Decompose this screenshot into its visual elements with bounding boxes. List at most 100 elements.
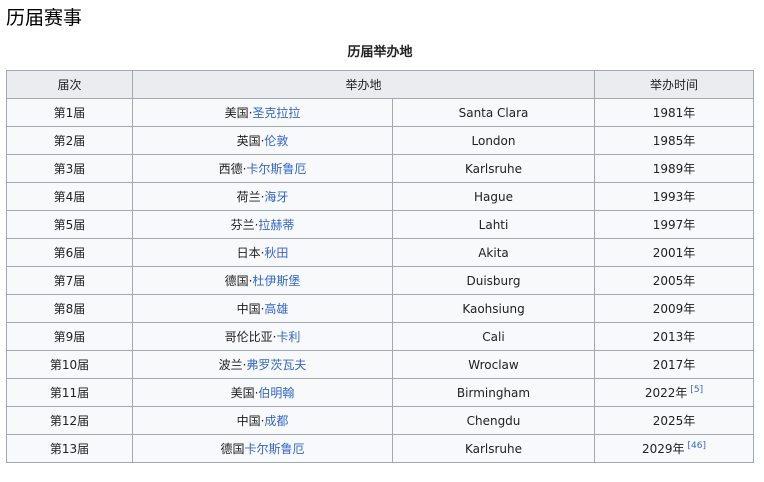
table-row: 第13届 德国卡尔斯鲁厄 Karlsruhe 2029年 [46]	[6, 434, 754, 463]
venue-cn-cell: 美国·圣克拉拉	[132, 98, 393, 127]
year-cell: 2009年	[594, 294, 754, 323]
table-row: 第6届 日本·秋田 Akita 2001年	[6, 238, 754, 267]
edition-cell: 第3届	[6, 154, 133, 183]
venue-en-cell: Lahti	[392, 210, 595, 239]
country-name: 芬兰	[230, 218, 255, 232]
table-row: 第10届 波兰·弗罗茨瓦夫 Wroclaw 2017年	[6, 350, 754, 379]
venue-cn-cell: 中国·成都	[132, 406, 393, 435]
edition-cell: 第9届	[6, 322, 133, 351]
country-name: 中国	[236, 414, 261, 428]
year: 2005年	[652, 274, 696, 288]
table-row: 第8届 中国·高雄 Kaohsiung 2009年	[6, 294, 754, 323]
country-name: 波兰	[218, 358, 243, 372]
table-row: 第3届 西德·卡尔斯鲁厄 Karlsruhe 1989年	[6, 154, 754, 183]
venue-en-cell: Karlsruhe	[392, 154, 595, 183]
venue-en-cell: Akita	[392, 238, 595, 267]
table-caption: 历届举办地	[347, 45, 413, 60]
edition-cell: 第1届	[6, 98, 133, 127]
city-link[interactable]: 卡尔斯鲁厄	[245, 442, 305, 456]
year: 1993年	[652, 190, 696, 204]
city-link[interactable]: 秋田	[264, 246, 288, 260]
header-venue: 举办地	[132, 70, 595, 99]
venue-en-cell: Birmingham	[392, 378, 595, 407]
venue-cn-cell: 德国·杜伊斯堡	[132, 266, 393, 295]
edition-cell: 第6届	[6, 238, 133, 267]
city-link[interactable]: 拉赫蒂	[258, 218, 294, 232]
table-row: 第4届 荷兰·海牙 Hague 1993年	[6, 182, 754, 211]
table-header-row: 届次 举办地 举办时间	[6, 70, 754, 99]
country-name: 德国	[224, 274, 249, 288]
year-cell: 1997年	[594, 210, 754, 239]
city-link[interactable]: 伯明翰	[258, 386, 294, 400]
country-name: 德国	[220, 442, 245, 456]
city-link[interactable]: 弗罗茨瓦夫	[246, 358, 306, 372]
city-link[interactable]: 圣克拉拉	[252, 106, 300, 120]
year: 1985年	[652, 134, 696, 148]
country-name: 西德	[218, 162, 243, 176]
country-name: 哥伦比亚	[224, 330, 273, 344]
city-link[interactable]: 卡尔斯鲁厄	[246, 162, 306, 176]
year-cell: 2022年 [5]	[594, 378, 754, 407]
year: 2013年	[652, 330, 696, 344]
year: 2022年	[644, 386, 688, 400]
country-name: 英国	[236, 134, 261, 148]
year-cell: 1993年	[594, 182, 754, 211]
city-link[interactable]: 海牙	[264, 190, 288, 204]
year: 2029年	[641, 442, 685, 456]
venue-cn-cell: 英国·伦敦	[132, 126, 393, 155]
venue-cn-cell: 波兰·弗罗茨瓦夫	[132, 350, 393, 379]
year-cell: 2017年	[594, 350, 754, 379]
city-link[interactable]: 伦敦	[264, 134, 288, 148]
venue-en-cell: Santa Clara	[392, 98, 595, 127]
year-cell: 2013年	[594, 322, 754, 351]
city-link[interactable]: 杜伊斯堡	[252, 274, 300, 288]
venue-en-cell: Kaohsiung	[392, 294, 595, 323]
country-name: 日本	[236, 246, 261, 260]
year-cell: 2005年	[594, 266, 754, 295]
edition-cell: 第8届	[6, 294, 133, 323]
country-name: 荷兰	[236, 190, 261, 204]
city-link[interactable]: 成都	[264, 414, 288, 428]
venue-cn-cell: 哥伦比亚·卡利	[132, 322, 393, 351]
table-row: 第9届 哥伦比亚·卡利 Cali 2013年	[6, 322, 754, 351]
edition-cell: 第5届	[6, 210, 133, 239]
edition-cell: 第12届	[6, 406, 133, 435]
year: 1981年	[652, 106, 696, 120]
reference-link[interactable]: [46]	[688, 441, 706, 451]
table-row: 第2届 英国·伦敦 London 1985年	[6, 126, 754, 155]
venue-cn-cell: 荷兰·海牙	[132, 182, 393, 211]
section-title: 历届赛事	[6, 7, 83, 29]
year-cell: 1981年	[594, 98, 754, 127]
year: 2025年	[652, 414, 696, 428]
year-cell: 1989年	[594, 154, 754, 183]
venue-cn-cell: 德国卡尔斯鲁厄	[132, 434, 393, 463]
country-name: 美国	[230, 386, 255, 400]
year-cell: 2025年	[594, 406, 754, 435]
table-row: 第11届 美国·伯明翰 Birmingham 2022年 [5]	[6, 378, 754, 407]
year-cell: 2001年	[594, 238, 754, 267]
year-cell: 1985年	[594, 126, 754, 155]
edition-cell: 第7届	[6, 266, 133, 295]
edition-cell: 第4届	[6, 182, 133, 211]
host-cities-table: 届次 举办地 举办时间 第1届 美国·圣克拉拉 Santa Clara 1981年第2…	[6, 70, 754, 463]
year: 2001年	[652, 246, 696, 260]
edition-cell: 第13届	[6, 434, 133, 463]
reference-link[interactable]: [5]	[690, 385, 703, 395]
city-link[interactable]: 高雄	[264, 302, 288, 316]
venue-en-cell: Karlsruhe	[392, 434, 595, 463]
year-cell: 2029年 [46]	[594, 434, 754, 463]
country-name: 美国	[224, 106, 249, 120]
header-year: 举办时间	[594, 70, 754, 99]
venue-cn-cell: 芬兰·拉赫蒂	[132, 210, 393, 239]
venue-cn-cell: 美国·伯明翰	[132, 378, 393, 407]
venue-cn-cell: 西德·卡尔斯鲁厄	[132, 154, 393, 183]
table-row: 第7届 德国·杜伊斯堡 Duisburg 2005年	[6, 266, 754, 295]
venue-en-cell: Chengdu	[392, 406, 595, 435]
edition-cell: 第2届	[6, 126, 133, 155]
city-link[interactable]: 卡利	[276, 330, 300, 344]
country-name: 中国	[236, 302, 261, 316]
edition-cell: 第10届	[6, 350, 133, 379]
year: 1989年	[652, 162, 696, 176]
year: 2009年	[652, 302, 696, 316]
venue-cn-cell: 日本·秋田	[132, 238, 393, 267]
